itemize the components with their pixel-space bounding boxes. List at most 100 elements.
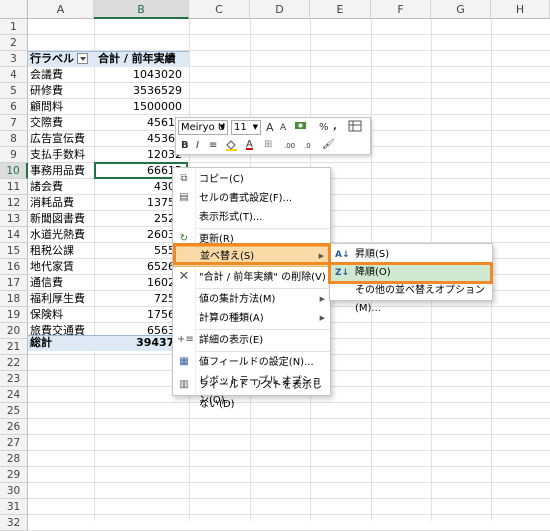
pivot-total-label[interactable]: 総計 <box>30 335 94 351</box>
fill-color-icon[interactable] <box>224 139 240 151</box>
row-header[interactable]: 29 <box>0 467 28 483</box>
menu-item-value-field-settings[interactable]: ▦ 値フィールドの設定(N)... <box>173 353 330 372</box>
row-header[interactable]: 9 <box>0 147 28 163</box>
row-header[interactable]: 19 <box>0 307 28 323</box>
column-header-g[interactable]: G <box>431 0 491 19</box>
row-header[interactable]: 24 <box>0 387 28 403</box>
row-header[interactable]: 7 <box>0 115 28 131</box>
menu-item-show-values-as[interactable]: 計算の種類(A) ▶ <box>173 309 330 328</box>
column-header-e[interactable]: E <box>310 0 371 19</box>
column-header-h[interactable]: H <box>491 0 550 19</box>
row-header[interactable]: 16 <box>0 259 28 275</box>
show-details-icon: +≡ <box>177 334 194 345</box>
row-header[interactable]: 18 <box>0 291 28 307</box>
grid-row <box>28 419 550 435</box>
align-center-icon[interactable]: ≡ <box>209 138 217 153</box>
pivot-row-label[interactable]: 地代家賃 <box>30 259 94 275</box>
pivot-row-value[interactable]: 45613 <box>95 115 187 131</box>
pivot-row-value[interactable]: 3536529 <box>95 83 187 99</box>
submenu-item-more-sort-options[interactable]: その他の並べ替えオプション(M)... <box>331 282 491 314</box>
pivot-row-label[interactable]: 会議費 <box>30 67 94 83</box>
grid-row <box>28 35 550 51</box>
increase-decimal-button[interactable]: .00 <box>284 139 295 154</box>
row-header[interactable]: 5 <box>0 83 28 99</box>
menu-item-hide-field-list[interactable]: ▥ フィールド リストを表示しない(D) <box>173 376 330 410</box>
row-header[interactable]: 15 <box>0 243 28 259</box>
row-header[interactable]: 13 <box>0 211 28 227</box>
row-header[interactable]: 28 <box>0 451 28 467</box>
row-header[interactable]: 17 <box>0 275 28 291</box>
row-header[interactable]: 21 <box>0 339 28 355</box>
row-header[interactable]: 30 <box>0 483 28 499</box>
pivot-row-label[interactable]: 諸会費 <box>30 179 94 195</box>
pivot-row-value[interactable]: 1500000 <box>95 99 187 115</box>
bold-button[interactable]: B <box>181 138 189 153</box>
italic-button[interactable]: I <box>196 138 199 153</box>
row-header[interactable]: 1 <box>0 19 28 35</box>
menu-item-remove-field[interactable]: ✕ "合計 / 前年実績" の削除(V) <box>173 268 330 287</box>
number-format-icon[interactable] <box>294 120 308 132</box>
menu-item-summarize-by[interactable]: 値の集計方法(M) ▶ <box>173 290 330 309</box>
menu-item-number-format[interactable]: 表示形式(T)... <box>173 208 330 227</box>
font-color-button[interactable]: A <box>246 137 253 152</box>
pivot-row-label[interactable]: 消耗品費 <box>30 195 94 211</box>
row-header[interactable]: 31 <box>0 499 28 515</box>
pivot-row-label[interactable]: 事務用品費 <box>30 163 94 179</box>
row-header[interactable]: 4 <box>0 67 28 83</box>
menu-item-show-details[interactable]: +≡ 詳細の表示(E) <box>173 331 330 350</box>
grid-row <box>28 467 550 483</box>
pivot-row-label[interactable]: 交際費 <box>30 115 94 131</box>
percent-button[interactable]: % <box>319 120 329 135</box>
pivot-row-label[interactable]: 通信費 <box>30 275 94 291</box>
pivot-row-label[interactable]: 研修費 <box>30 83 94 99</box>
row-header[interactable]: 12 <box>0 195 28 211</box>
comma-button[interactable]: , <box>333 119 337 134</box>
menu-item-copy[interactable]: ⧉ コピー(C) <box>173 170 330 189</box>
pivot-row-label-header[interactable]: 行ラベル <box>30 51 94 67</box>
mini-toolbar: Meiryo U ▼ 11 ▼ A A % , B I ≡ A ⊞ .00 .0… <box>175 117 371 155</box>
menu-item-format-cells[interactable]: ▤ セルの書式設定(F)... <box>173 189 330 208</box>
font-size-box[interactable]: 11 ▼ <box>231 120 261 135</box>
row-header[interactable]: 22 <box>0 355 28 371</box>
pivot-row-label[interactable]: 顧問料 <box>30 99 94 115</box>
pivot-row-label[interactable]: 広告宣伝費 <box>30 131 94 147</box>
row-header[interactable]: 2 <box>0 35 28 51</box>
row-header[interactable]: 14 <box>0 227 28 243</box>
decrease-decimal-button[interactable]: .0 <box>304 139 311 154</box>
brush-icon[interactable]: 🖌 <box>322 137 335 152</box>
row-header[interactable]: 3 <box>0 51 28 67</box>
pivot-value-header[interactable]: 合計 / 前年実績 <box>95 51 187 67</box>
borders-icon[interactable]: ⊞ <box>264 137 272 152</box>
row-header[interactable]: 8 <box>0 131 28 147</box>
pivot-row-label[interactable]: 水道光熱費 <box>30 227 94 243</box>
pivot-row-value[interactable]: 1043020 <box>95 67 187 83</box>
filter-dropdown-icon[interactable] <box>77 52 88 64</box>
pivot-row-value[interactable]: 45361 <box>95 131 187 147</box>
row-header[interactable]: 32 <box>0 515 28 531</box>
pivot-row-value[interactable]: 12032 <box>95 147 187 163</box>
column-header-a[interactable]: A <box>28 0 94 19</box>
row-header[interactable]: 27 <box>0 435 28 451</box>
pivot-row-label[interactable]: 新聞図書費 <box>30 211 94 227</box>
column-header-d[interactable]: D <box>250 0 310 19</box>
shrink-font-button[interactable]: A <box>280 121 286 136</box>
column-header-f[interactable]: F <box>371 0 431 19</box>
font-name-value: Meiryo U <box>181 122 226 133</box>
grow-font-button[interactable]: A <box>266 120 274 135</box>
format-painter-icon[interactable] <box>348 120 362 132</box>
row-header[interactable]: 26 <box>0 419 28 435</box>
pivot-row-label[interactable]: 租税公課 <box>30 243 94 259</box>
row-header[interactable]: 20 <box>0 323 28 339</box>
row-header[interactable]: 25 <box>0 403 28 419</box>
pivot-row-label[interactable]: 支払手数料 <box>30 147 94 163</box>
row-header[interactable]: 23 <box>0 371 28 387</box>
column-header-b[interactable]: B <box>94 0 189 19</box>
pivot-row-label[interactable]: 福利厚生費 <box>30 291 94 307</box>
select-all-corner[interactable] <box>0 0 28 19</box>
row-header[interactable]: 6 <box>0 99 28 115</box>
row-header[interactable]: 10 <box>0 163 28 179</box>
font-name-box[interactable]: Meiryo U ▼ <box>178 120 228 135</box>
row-header[interactable]: 11 <box>0 179 28 195</box>
column-header-c[interactable]: C <box>189 0 250 19</box>
pivot-row-label[interactable]: 保険料 <box>30 307 94 323</box>
